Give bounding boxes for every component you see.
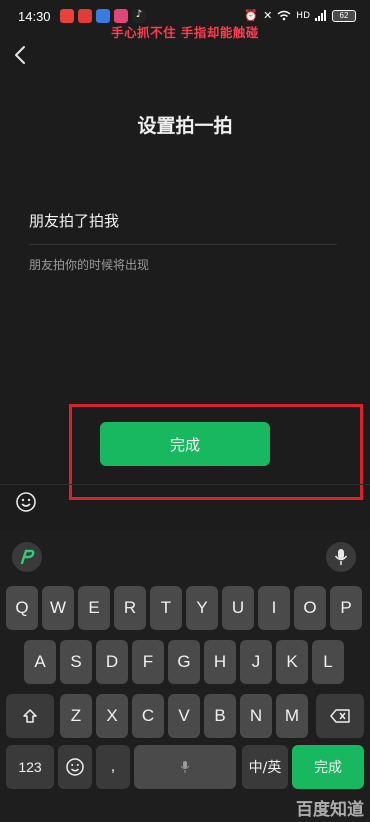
alarm-icon: ⏰ — [244, 9, 259, 22]
system-icons: ⏰ ✕ HD 62 — [244, 9, 356, 22]
watermark-logo: 百度知道 — [296, 800, 364, 820]
key-s[interactable]: S — [60, 640, 92, 684]
key-c[interactable]: C — [132, 694, 164, 738]
smiley-icon — [66, 758, 84, 776]
comma-key[interactable]: , — [96, 745, 130, 789]
toolbar-divider — [0, 484, 370, 485]
notification-icons: ♪ — [60, 9, 146, 23]
key-n[interactable]: N — [240, 694, 272, 738]
key-q[interactable]: Q — [6, 586, 38, 630]
key-p[interactable]: P — [330, 586, 362, 630]
tiktok-icon: ♪ — [132, 9, 146, 23]
key-m[interactable]: M — [276, 694, 308, 738]
key-l[interactable]: L — [312, 640, 344, 684]
ime-logo-icon[interactable] — [12, 542, 42, 572]
key-o[interactable]: O — [294, 586, 326, 630]
app-notification-icon — [96, 9, 110, 23]
pat-text-input[interactable]: 朋友拍了拍我 — [29, 210, 119, 231]
input-divider — [29, 244, 337, 245]
app-notification-icon — [78, 9, 92, 23]
app-notification-icon — [60, 9, 74, 23]
voice-input-icon[interactable] — [326, 542, 356, 572]
space-bar[interactable] — [134, 745, 236, 789]
shift-key[interactable] — [6, 694, 54, 738]
signal-icon — [315, 10, 326, 21]
battery-indicator: 62 — [332, 9, 356, 22]
backspace-icon — [330, 709, 350, 723]
key-i[interactable]: I — [258, 586, 290, 630]
key-k[interactable]: K — [276, 640, 308, 684]
key-w[interactable]: W — [42, 586, 74, 630]
key-g[interactable]: G — [168, 640, 200, 684]
key-r[interactable]: R — [114, 586, 146, 630]
key-t[interactable]: T — [150, 586, 182, 630]
page-title: 设置拍一拍 — [137, 115, 233, 137]
key-u[interactable]: U — [222, 586, 254, 630]
comma-glyph: , — [110, 758, 116, 775]
key-j[interactable]: J — [240, 640, 272, 684]
key-h[interactable]: H — [204, 640, 236, 684]
overlay-caption: 手心抓不住 手指却能触碰 — [111, 25, 259, 40]
key-x[interactable]: X — [96, 694, 128, 738]
key-a[interactable]: A — [24, 640, 56, 684]
key-z[interactable]: Z — [60, 694, 92, 738]
soft-keyboard: QWERTYUIOP ASDFGHJKL ZXCVBNM 123 , 中/英 完… — [0, 530, 370, 822]
space-mic-icon — [180, 761, 190, 773]
wifi-icon — [277, 10, 291, 21]
backspace-key[interactable] — [316, 694, 364, 738]
enter-done-key[interactable]: 完成 — [292, 745, 364, 789]
language-switch-key[interactable]: 中/英 — [242, 745, 288, 789]
numbers-key[interactable]: 123 — [6, 745, 54, 789]
network-type: HD — [296, 10, 310, 21]
key-d[interactable]: D — [96, 640, 128, 684]
app-notification-icon — [114, 9, 128, 23]
key-f[interactable]: F — [132, 640, 164, 684]
shift-arrow-icon — [23, 709, 37, 723]
key-y[interactable]: Y — [186, 586, 218, 630]
mute-icon: ✕ — [263, 9, 273, 22]
key-v[interactable]: V — [168, 694, 200, 738]
key-e[interactable]: E — [78, 586, 110, 630]
emoji-key[interactable] — [58, 745, 92, 789]
back-arrow-icon[interactable] — [10, 44, 32, 66]
done-button[interactable]: 完成 — [100, 422, 270, 466]
status-bar: 14:30 ♪ ⏰ ✕ HD 62 手心抓不住 手指却能触碰 — [0, 0, 370, 40]
key-b[interactable]: B — [204, 694, 236, 738]
input-hint: 朋友拍你的时候将出现 — [29, 258, 150, 272]
emoji-icon[interactable] — [15, 491, 37, 513]
